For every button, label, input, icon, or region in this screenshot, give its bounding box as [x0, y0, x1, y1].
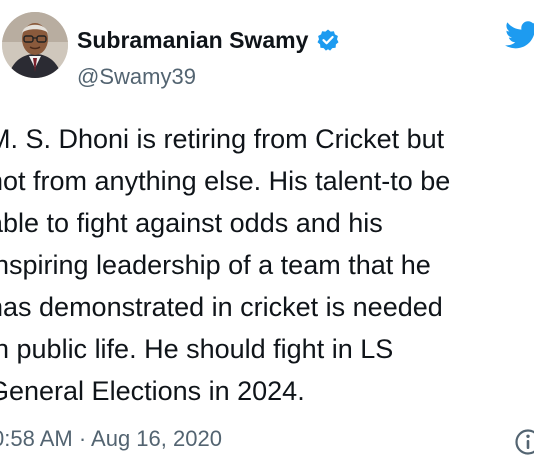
display-name[interactable]: Subramanian Swamy: [77, 26, 308, 54]
tweet-text-line: has demonstrated in cricket is needed: [0, 292, 443, 322]
verified-badge-icon: [316, 28, 340, 52]
info-icon[interactable]: [514, 428, 534, 456]
tweet-card: Subramanian Swamy @Swamy39 M. S. Dhoni i…: [0, 0, 534, 462]
twitter-bird-icon[interactable]: [504, 18, 534, 52]
avatar-image: [2, 12, 68, 78]
tweet-text-line: General Elections in 2024.: [0, 376, 305, 406]
user-handle[interactable]: @Swamy39: [77, 64, 196, 90]
tweet-timestamp[interactable]: 0:58 AM · Aug 16, 2020: [0, 424, 222, 454]
tweet-text-line: able to fight against odds and his: [0, 208, 383, 238]
author-row: Subramanian Swamy: [77, 26, 340, 54]
tweet-text-line: in public life. He should fight in LS: [0, 334, 394, 364]
tweet-text-line: M. S. Dhoni is retiring from Cricket but: [0, 124, 445, 154]
tweet-text: M. S. Dhoni is retiring from Cricket but…: [0, 118, 534, 412]
tweet-text-line: inspiring leadership of a team that he: [0, 250, 431, 280]
avatar[interactable]: [2, 12, 68, 78]
tweet-text-line: not from anything else. His talent-to be: [0, 166, 451, 196]
